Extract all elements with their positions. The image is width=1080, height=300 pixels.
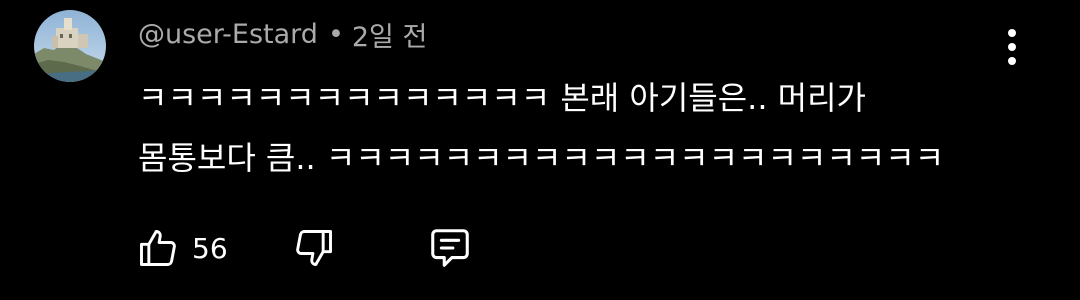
- comment-text-line-1: ㅋㅋㅋㅋㅋㅋㅋㅋㅋㅋㅋㅋㅋㅋ 본래 아기들은.. 머리가: [138, 79, 866, 117]
- avatar[interactable]: [34, 10, 106, 82]
- meta-separator: •: [327, 18, 344, 50]
- comment-item: @user-Estard • 2일 전 ㅋㅋㅋㅋㅋㅋㅋㅋㅋㅋㅋㅋㅋㅋ 본래 아기…: [0, 0, 1080, 300]
- reply-comment-icon: [426, 224, 474, 272]
- more-vertical-icon: [1006, 27, 1018, 67]
- comment-meta: @user-Estard • 2일 전: [138, 14, 427, 54]
- comment-timestamp[interactable]: 2일 전: [352, 15, 427, 54]
- like-button[interactable]: 56: [134, 224, 228, 272]
- like-count: 56: [192, 231, 228, 265]
- thumbs-up-icon: [134, 224, 182, 272]
- dislike-button[interactable]: [290, 224, 338, 272]
- avatar-castle-image: [34, 10, 106, 82]
- thumbs-down-icon: [290, 224, 338, 272]
- more-options-button[interactable]: [990, 25, 1034, 69]
- reply-button[interactable]: [426, 224, 474, 272]
- comment-actions: 56: [130, 220, 474, 276]
- comment-text: ㅋㅋㅋㅋㅋㅋㅋㅋㅋㅋㅋㅋㅋㅋ 본래 아기들은.. 머리가 몸통보다 큼.. ㅋㅋ…: [138, 68, 978, 188]
- author-handle[interactable]: @user-Estard: [138, 19, 318, 50]
- comment-text-line-2: 몸통보다 큼.. ㅋㅋㅋㅋㅋㅋㅋㅋㅋㅋㅋㅋㅋㅋㅋㅋㅋㅋㅋㅋㅋ: [138, 139, 945, 177]
